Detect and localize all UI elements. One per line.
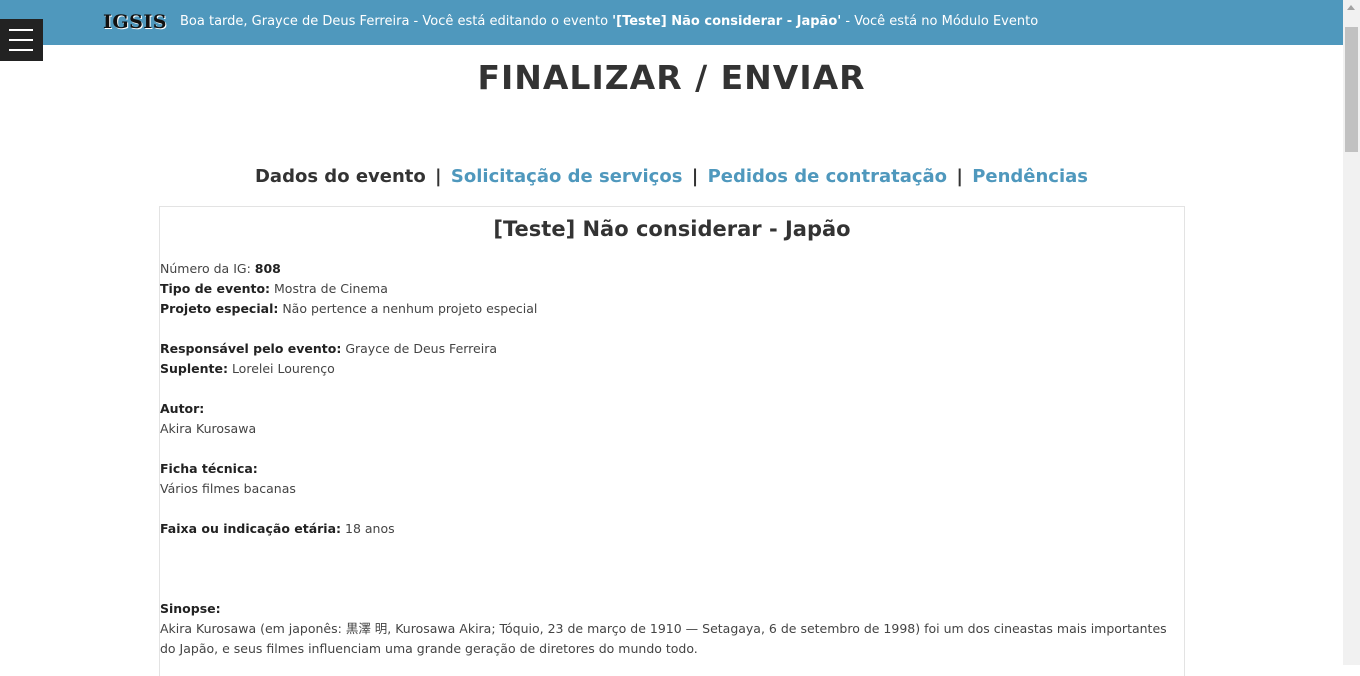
ficha-tecnica-label: Ficha técnica:	[160, 461, 258, 476]
field-tipo-evento: Tipo de evento: Mostra de Cinema	[160, 279, 1170, 299]
autor-value: Akira Kurosawa	[160, 421, 257, 436]
field-ficha-tecnica-label: Ficha técnica:	[160, 459, 1170, 479]
nav-separator: |	[435, 166, 442, 187]
tipo-evento-value: Mostra de Cinema	[270, 281, 388, 296]
vertical-scrollbar[interactable]	[1343, 0, 1360, 665]
field-faixa-etaria: Faixa ou indicação etária: 18 anos	[160, 519, 1170, 539]
numero-ig-label: Número da IG:	[160, 261, 255, 276]
greeting-prefix: Boa tarde, Grayce de Deus Ferreira - Voc…	[180, 14, 613, 29]
menu-bar	[9, 39, 33, 41]
field-projeto-especial: Projeto especial: Não pertence a nenhum …	[160, 299, 1170, 319]
top-header-bar: IGSIS Boa tarde, Grayce de Deus Ferreira…	[0, 0, 1343, 45]
igsis-logo[interactable]: IGSIS	[103, 11, 167, 33]
menu-bar	[9, 49, 33, 51]
event-details-panel: [Teste] Não considerar - Japão Número da…	[159, 206, 1185, 676]
ficha-tecnica-value: Vários filmes bacanas	[160, 481, 296, 496]
field-suplente: Suplente: Lorelei Lourenço	[160, 359, 1170, 379]
user-greeting: Boa tarde, Grayce de Deus Ferreira - Voc…	[180, 14, 1038, 29]
sinopse-label: Sinopse:	[160, 601, 221, 616]
tab-dados-do-evento: Dados do evento	[254, 166, 426, 187]
page-title: FINALIZAR / ENVIAR	[477, 58, 866, 97]
tab-pendencias[interactable]: Pendências	[972, 166, 1088, 187]
sinopse-value: Akira Kurosawa (em japonês: 黒澤 明, Kurosa…	[160, 621, 1167, 656]
faixa-etaria-value: 18 anos	[341, 521, 395, 536]
tab-solicitacao-de-servicos[interactable]: Solicitação de serviços	[451, 166, 683, 187]
scrollbar-thumb[interactable]	[1345, 27, 1358, 152]
tab-pedidos-de-contratacao[interactable]: Pedidos de contratação	[708, 166, 947, 187]
nav-separator: |	[691, 166, 699, 187]
event-nav-tabs: Dados do evento | Solicitação de serviço…	[0, 166, 1343, 187]
responsavel-value: Grayce de Deus Ferreira	[341, 341, 498, 356]
field-numero-ig: Número da IG: 808	[160, 259, 1170, 279]
scroll-up-arrow-icon[interactable]	[1347, 5, 1355, 10]
projeto-especial-label: Projeto especial:	[160, 301, 279, 316]
projeto-especial-value: Não pertence a nenhum projeto especial	[278, 301, 538, 316]
autor-label: Autor:	[160, 401, 205, 416]
greeting-event-name: '[Teste] Não considerar - Japão'	[612, 14, 842, 29]
menu-bar	[9, 29, 33, 31]
responsavel-label: Responsável pelo evento:	[160, 341, 342, 356]
greeting-suffix: - Você está no Módulo Evento	[841, 14, 1039, 29]
tipo-evento-label: Tipo de evento:	[160, 281, 271, 296]
field-autor-label: Autor:	[160, 399, 1170, 419]
field-sinopse-label: Sinopse:	[160, 599, 1170, 619]
nav-separator: |	[956, 166, 963, 187]
suplente-label: Suplente:	[160, 361, 228, 376]
event-title: [Teste] Não considerar - Japão	[493, 217, 851, 241]
hamburger-menu-icon[interactable]	[0, 19, 43, 61]
event-fields: Número da IG: 808 Tipo de evento: Mostra…	[160, 259, 1170, 659]
field-responsavel: Responsável pelo evento: Grayce de Deus …	[160, 339, 1170, 359]
suplente-value: Lorelei Lourenço	[227, 361, 335, 376]
numero-ig-value: 808	[254, 261, 281, 276]
faixa-etaria-label: Faixa ou indicação etária:	[160, 521, 342, 536]
